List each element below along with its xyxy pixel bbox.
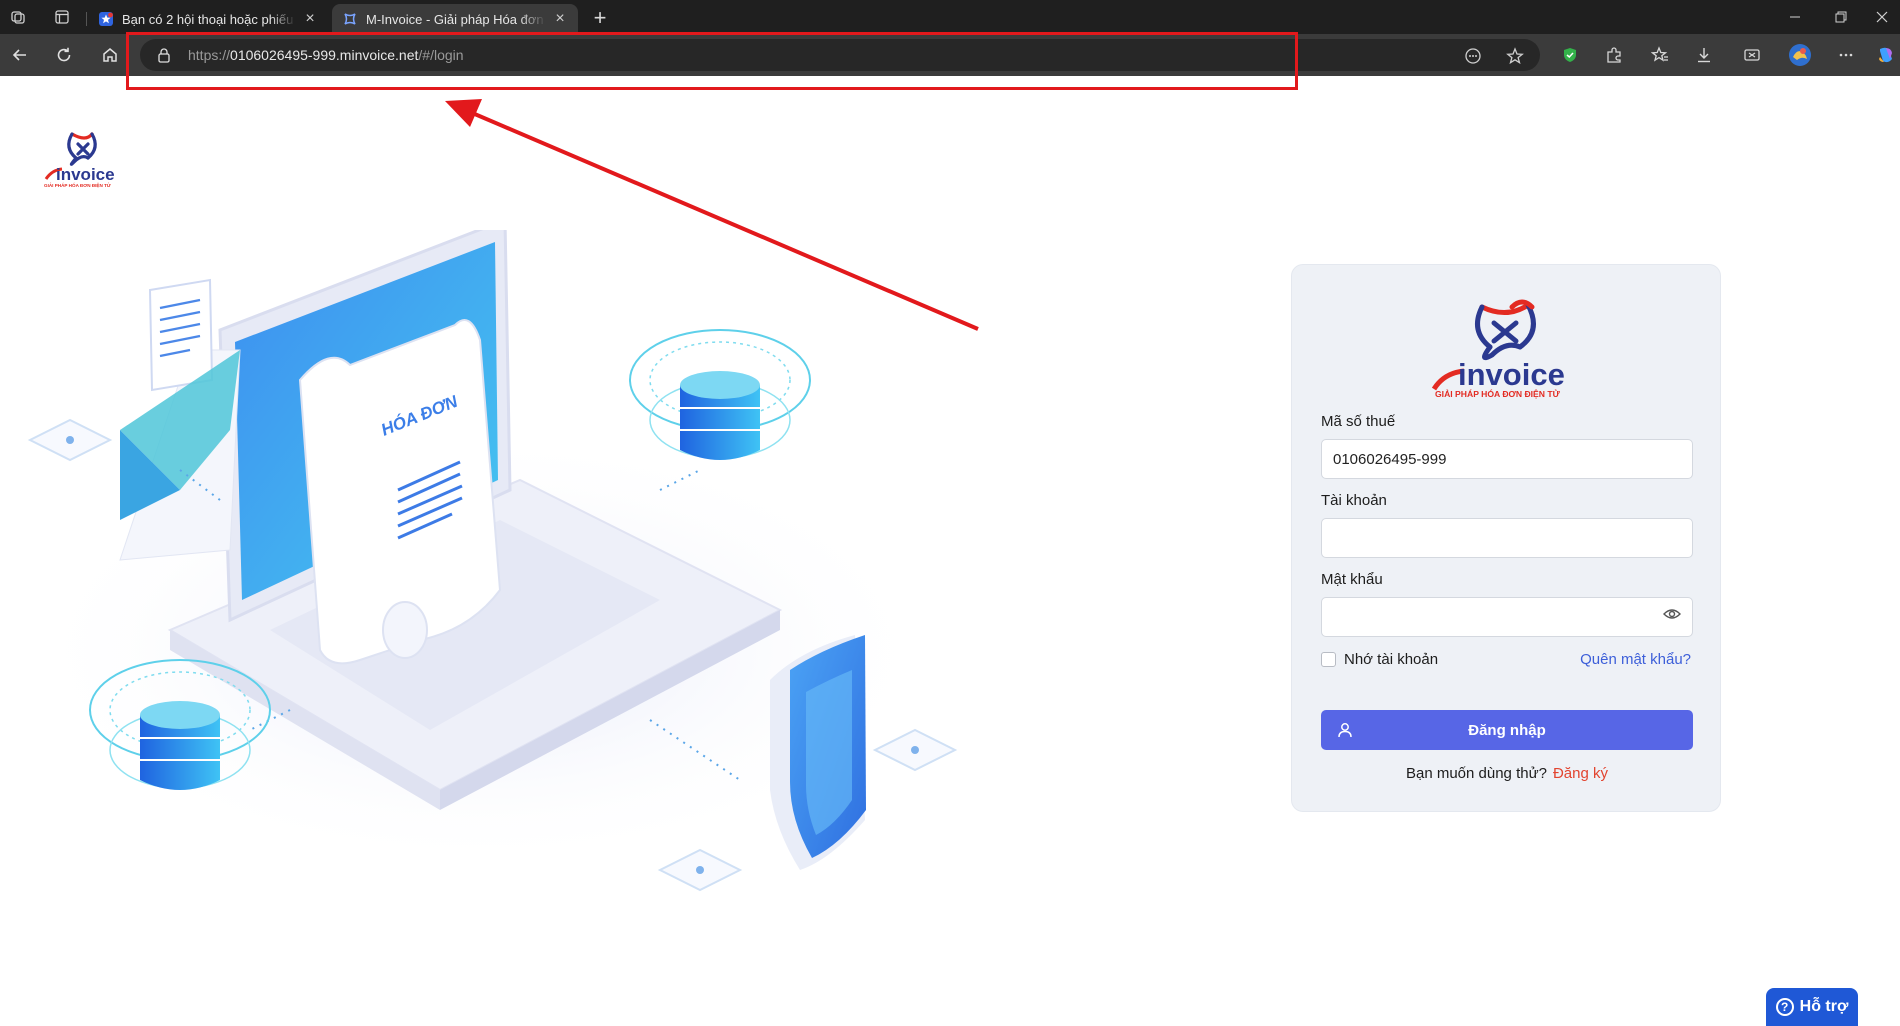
- login-card: invoice GIẢI PHÁP HÓA ĐƠN ĐIỆN TỬ Mã số …: [1291, 264, 1721, 812]
- reader-options-icon[interactable]: [1462, 45, 1484, 67]
- annotation-arrow-head: [445, 99, 482, 127]
- support-button[interactable]: ? Hỗ trợ: [1766, 988, 1858, 1026]
- tab-favicon-icon: [98, 11, 114, 27]
- tab-chat-notes[interactable]: Bạn có 2 hội thoại hoặc phiếu ghi chú ×: [88, 4, 328, 34]
- login-button-label: Đăng nhập: [1468, 721, 1546, 739]
- tab-actions-icon[interactable]: [44, 0, 80, 34]
- minimize-icon[interactable]: [1772, 0, 1818, 34]
- card-logo-tagline: GIẢI PHÁP HÓA ĐƠN ĐIỆN TỬ: [1435, 388, 1561, 399]
- lock-icon[interactable]: [156, 47, 172, 63]
- downloads-icon[interactable]: [1686, 38, 1722, 72]
- signup-link[interactable]: Đăng ký: [1553, 765, 1608, 782]
- database-top-right: [629, 329, 811, 460]
- profile-avatar-icon[interactable]: [1782, 38, 1818, 72]
- copilot-icon[interactable]: [1872, 38, 1900, 72]
- invoice-illustration: HÓA ĐƠN: [20, 230, 958, 892]
- user-icon: [1338, 723, 1352, 738]
- browser-window: Bạn có 2 hội thoại hoặc phiếu ghi chú × …: [0, 0, 1900, 1026]
- trial-question: Bạn muốn dùng thử?: [1405, 765, 1547, 782]
- workspaces-icon[interactable]: [0, 0, 36, 34]
- minvoice-logo: invoice GIẢI PHÁP HÓA ĐƠN ĐIỆN TỬ: [44, 132, 115, 188]
- close-window-icon[interactable]: [1864, 0, 1900, 34]
- browser-toolbar: https://0106026495-999.minvoice.net/#/lo…: [0, 34, 1900, 76]
- tab-close-icon[interactable]: ×: [552, 10, 568, 28]
- refresh-icon[interactable]: [46, 38, 82, 72]
- tab-strip: Bạn có 2 hội thoại hoặc phiếu ghi chú × …: [0, 0, 1900, 34]
- tax-code-label: Mã số thuế: [1321, 413, 1396, 430]
- remember-checkbox[interactable]: [1321, 652, 1336, 667]
- address-bar[interactable]: https://0106026495-999.minvoice.net/#/lo…: [140, 39, 1540, 71]
- favorites-icon[interactable]: [1642, 38, 1678, 72]
- paper-doc: [148, 278, 214, 392]
- new-tab-button[interactable]: +: [584, 2, 616, 34]
- extensions-icon[interactable]: [1596, 38, 1632, 72]
- tab-separator: [86, 12, 87, 26]
- back-icon[interactable]: [2, 38, 38, 72]
- tab-minvoice[interactable]: M-Invoice - Giải pháp Hóa đơn điện tử ×: [332, 4, 578, 34]
- url-scheme: https://: [188, 47, 231, 63]
- login-button[interactable]: Đăng nhập: [1321, 710, 1693, 750]
- logo-wordmark: invoice: [56, 165, 115, 184]
- help-icon: ?: [1775, 998, 1794, 1016]
- floating-tile-left: [27, 418, 113, 462]
- scroll-roll: [382, 601, 428, 659]
- home-icon[interactable]: [92, 38, 128, 72]
- remember-label: Nhớ tài khoản: [1344, 651, 1439, 668]
- tab-label: Bạn có 2 hội thoại hoặc phiếu ghi chú: [122, 11, 296, 27]
- url-host: 0106026495-999.minvoice.net: [230, 47, 419, 63]
- password-label: Mật khẩu: [1321, 571, 1383, 588]
- screenshot-icon[interactable]: [1734, 38, 1770, 72]
- restore-icon[interactable]: [1818, 0, 1864, 34]
- logo-tagline: GIẢI PHÁP HÓA ĐƠN ĐIỆN TỬ: [44, 181, 111, 188]
- password-input[interactable]: [1321, 597, 1693, 637]
- remember-account[interactable]: Nhớ tài khoản: [1321, 651, 1438, 668]
- url-text[interactable]: https://0106026495-999.minvoice.net/#/lo…: [188, 47, 464, 63]
- forgot-password-link[interactable]: Quên mật khẩu?: [1580, 651, 1691, 668]
- tab-close-icon[interactable]: ×: [302, 10, 318, 28]
- support-label: Hỗ trợ: [1799, 998, 1849, 1015]
- account-input[interactable]: [1321, 518, 1693, 558]
- tax-code-input[interactable]: [1321, 439, 1693, 479]
- more-options-icon[interactable]: [1828, 38, 1864, 72]
- floating-tile-bottom: [657, 848, 743, 892]
- minvoice-favicon-icon: [342, 11, 358, 27]
- shield-extension-icon[interactable]: [1552, 38, 1588, 72]
- security-shield: [770, 635, 866, 870]
- signup-row: Bạn muốn dùng thử? Đăng ký: [1292, 765, 1722, 782]
- account-label: Tài khoản: [1321, 492, 1387, 509]
- card-logo-wordmark: invoice: [1458, 357, 1565, 392]
- url-path: /#/login: [418, 47, 464, 63]
- favorite-star-icon[interactable]: [1504, 45, 1526, 67]
- tab-label: M-Invoice - Giải pháp Hóa đơn điện tử: [366, 11, 546, 27]
- card-minvoice-logo: invoice GIẢI PHÁP HÓA ĐƠN ĐIỆN TỬ: [1432, 299, 1565, 399]
- show-password-icon[interactable]: [1663, 607, 1681, 621]
